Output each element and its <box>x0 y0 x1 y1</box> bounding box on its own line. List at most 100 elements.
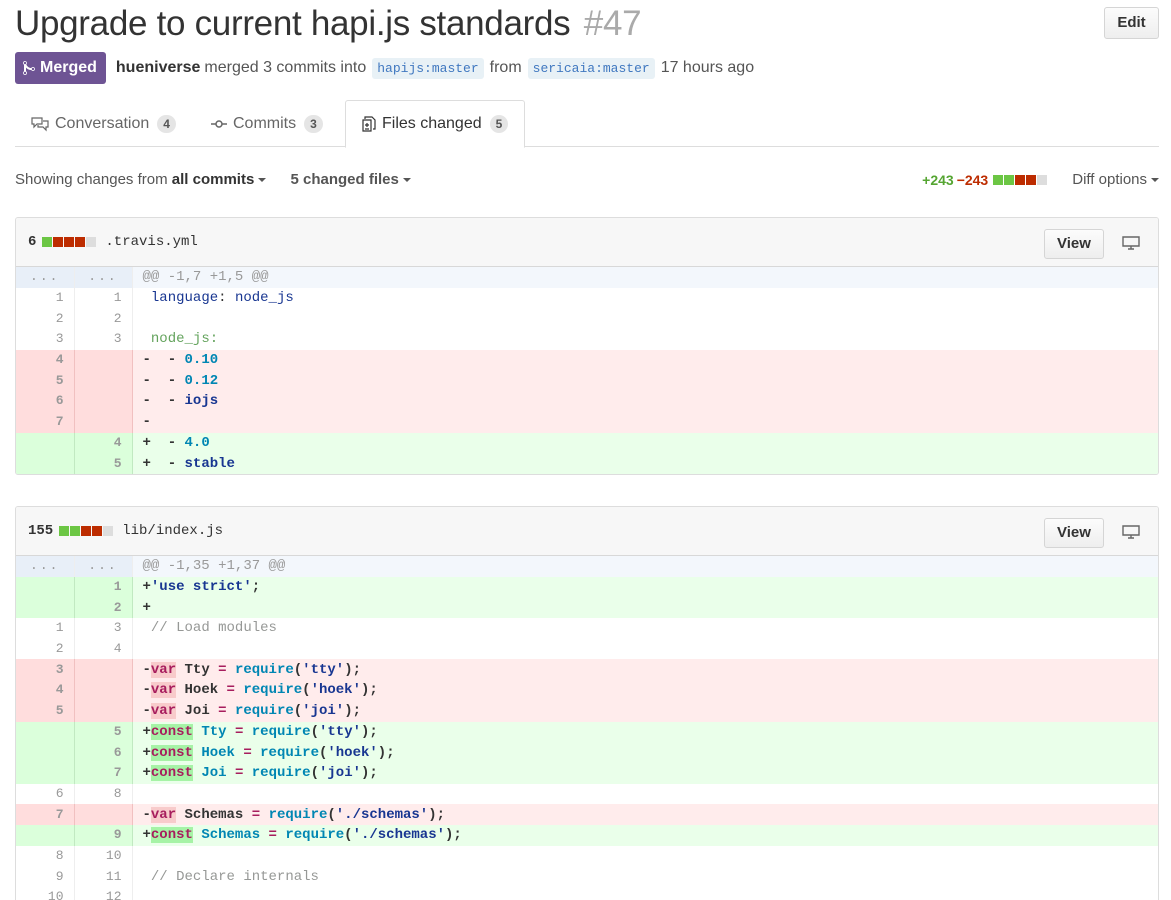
diffstat-block <box>92 526 103 536</box>
total-deletions: −243 <box>956 171 989 188</box>
git-commit-icon <box>211 119 227 128</box>
diff-table: ...... @@ -1,35 +1,37 @@ 1 +'use strict'; … <box>16 556 1158 900</box>
desktop-icon[interactable] <box>1122 235 1140 251</box>
diff-line-deleted: 5 -var Joi = require('joi'); <box>16 700 1158 722</box>
file-path[interactable]: .travis.yml <box>105 234 197 250</box>
diff-line: 11 language: node_js <box>16 287 1158 309</box>
tab-commits[interactable]: Commits 3 <box>195 100 339 147</box>
diffstat-block <box>1037 174 1048 185</box>
merge-time: 17 hours ago <box>660 59 755 76</box>
tab-conversation-count: 4 <box>157 114 176 133</box>
diff-line-deleted: 4- - 0.10 <box>16 349 1158 371</box>
total-additions: +243 <box>922 171 954 188</box>
diff-options-dropdown[interactable]: Diff options <box>1072 171 1159 188</box>
showing-changes-text: Showing changes from <box>15 171 168 188</box>
file-change-count: 155 <box>28 523 54 539</box>
diff-line: 24 <box>16 638 1158 660</box>
view-file-button[interactable]: View <box>1044 229 1104 259</box>
diff-line-added: 9 +const Schemas = require('./schemas'); <box>16 824 1158 846</box>
diff-line-deleted: 6- - iojs <box>16 391 1158 412</box>
file-diff-travis: 6 .travis.yml View ...... @@ -1,7 +1,5 @@… <box>15 217 1159 475</box>
desktop-icon[interactable] <box>1122 524 1140 540</box>
comment-discussion-icon <box>31 116 49 131</box>
chevron-down-icon <box>258 178 267 183</box>
diff-line: 68 <box>16 783 1158 805</box>
diff-line-added: 2 + <box>16 597 1158 619</box>
diff-line: 9 11 // Declare internals <box>16 866 1158 887</box>
tab-commits-count: 3 <box>304 114 323 133</box>
diff-options-label: Diff options <box>1072 171 1147 188</box>
diffstat-block <box>993 174 1004 185</box>
from-text: from <box>489 59 522 76</box>
base-branch-ref[interactable]: hapijs:master <box>372 57 484 79</box>
hunk-header-row: ...... @@ -1,7 +1,5 @@ <box>16 267 1158 288</box>
diff-line-added: 1 +'use strict'; <box>16 576 1158 598</box>
changed-files-dropdown[interactable]: 5 changed files <box>290 171 411 188</box>
diffstat-block <box>1015 174 1026 185</box>
hunk-header-row: ...... @@ -1,35 +1,37 @@ <box>16 556 1158 577</box>
diff-line: 33 node_js: <box>16 329 1158 350</box>
diff-line-deleted: 4 -var Hoek = require('hoek'); <box>16 680 1158 701</box>
diffstat-blocks <box>993 174 1048 185</box>
diffstat-block <box>1026 174 1037 185</box>
pr-meta: Merged hueniverse merged 3 commits into … <box>15 52 754 84</box>
diff-line-added: 7 +const Joi = require('joi'); <box>16 762 1158 784</box>
diff-line: 10 12 <box>16 887 1158 900</box>
diffstat-block <box>70 526 81 536</box>
pr-title-row: Upgrade to current hapi.js standards #47… <box>15 2 1159 46</box>
tab-conversation-label: Conversation <box>55 114 150 132</box>
diff-line: 8 10 <box>16 845 1158 867</box>
diff-table: ...... @@ -1,7 +1,5 @@ 11 language: node_… <box>16 267 1158 474</box>
file-diffstat <box>42 237 97 247</box>
merge-text: merged 3 commits into <box>204 59 367 76</box>
file-path[interactable]: lib/index.js <box>122 523 223 539</box>
diff-line-added: 4 + - 4.0 <box>16 432 1158 454</box>
changed-files-label: 5 changed files <box>290 171 399 188</box>
tab-commits-label: Commits <box>233 114 297 132</box>
diffstat-block <box>53 237 64 247</box>
file-header: 6 .travis.yml View <box>16 218 1158 267</box>
diff-line-added: 5 +const Tty = require('tty'); <box>16 721 1158 743</box>
diff-line: 13 // Load modules <box>16 618 1158 639</box>
diff-toolbar: Showing changes from all commits 5 chang… <box>15 168 1159 194</box>
merged-label: Merged <box>40 59 97 76</box>
pr-title-text: Upgrade to current hapi.js standards <box>15 4 571 43</box>
file-diff-index: 155 lib/index.js View ...... @@ -1,35 +1,… <box>15 506 1159 900</box>
diffstat-block <box>64 237 75 247</box>
diffstat-block <box>75 237 86 247</box>
diffstat-block <box>86 237 97 247</box>
git-merge-icon <box>23 60 35 76</box>
view-file-button[interactable]: View <box>1044 518 1104 548</box>
tab-conversation[interactable]: Conversation 4 <box>15 100 192 147</box>
file-diffstat <box>59 526 114 536</box>
chevron-down-icon <box>1151 178 1159 183</box>
tab-files-count: 5 <box>489 115 509 133</box>
diff-line-deleted: 3 -var Tty = require('tty'); <box>16 659 1158 681</box>
edit-button[interactable]: Edit <box>1104 7 1159 39</box>
chevron-down-icon <box>402 178 411 183</box>
file-change-count: 6 <box>28 234 37 250</box>
file-header: 155 lib/index.js View <box>16 507 1158 556</box>
diff-line-deleted: 7- <box>16 411 1158 433</box>
merged-state-badge: Merged <box>15 52 106 84</box>
diffstat-block <box>42 237 53 247</box>
all-commits-dropdown[interactable]: all commits <box>172 171 267 188</box>
diff-line-added: 6 +const Hoek = require('hoek'); <box>16 742 1158 763</box>
author-link[interactable]: hueniverse <box>116 59 200 77</box>
diffstat-block <box>81 526 92 536</box>
diff-line-deleted: 5- - 0.12 <box>16 370 1158 392</box>
diff-line-added: 5 + - stable <box>16 453 1158 474</box>
tab-files-label: Files changed <box>382 115 482 132</box>
diff-line-deleted: 7 -var Schemas = require('./schemas'); <box>16 804 1158 825</box>
pr-tabs: Conversation 4 Commits 3 Files changed 5 <box>15 100 1159 148</box>
head-branch-ref[interactable]: sericaia:master <box>527 57 655 79</box>
diff-line: 22 <box>16 308 1158 330</box>
tab-files-changed[interactable]: Files changed 5 <box>345 100 526 148</box>
diffstat-block <box>103 526 114 536</box>
all-commits-label: all commits <box>171 171 255 188</box>
diffstat-block <box>1004 174 1015 185</box>
pr-title: Upgrade to current hapi.js standards #47 <box>15 2 1159 46</box>
diff-icon <box>362 116 376 132</box>
pr-number: #47 <box>583 4 642 43</box>
diffstat-block <box>59 526 70 536</box>
